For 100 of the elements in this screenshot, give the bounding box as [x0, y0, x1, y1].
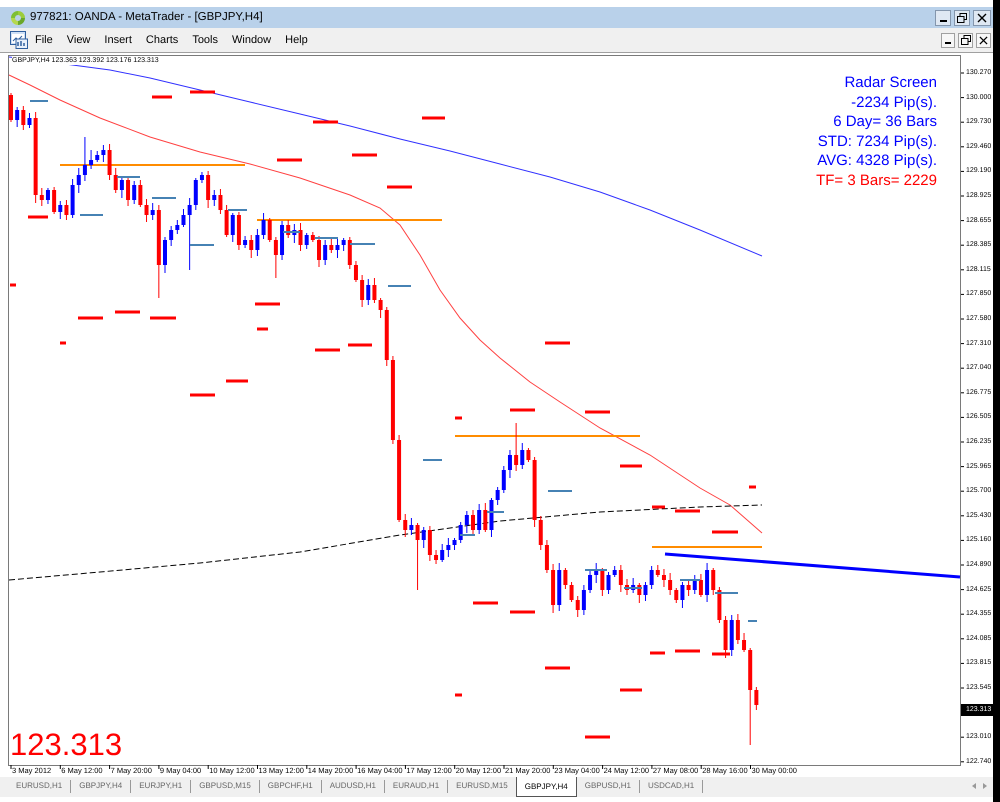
bearish-candle — [538, 516, 543, 550]
chart-window-icon[interactable] — [10, 31, 28, 49]
bullish-candle — [175, 220, 180, 234]
bearish-candle — [64, 200, 68, 220]
thick-dash-marker — [712, 530, 738, 534]
thick-dash-marker — [650, 652, 665, 654]
chart-tab[interactable]: GBPCHF,H1 — [260, 777, 321, 795]
minimize-button[interactable] — [935, 10, 951, 26]
chart-tab[interactable]: GBPJPY,H4 — [71, 777, 130, 795]
bearish-candle — [236, 212, 241, 250]
bullish-candle — [169, 226, 174, 246]
bearish-candle — [742, 632, 746, 652]
chart-tab[interactable]: EURUSD,H1 — [8, 777, 70, 795]
thin-dash-marker — [423, 459, 442, 461]
close-button[interactable] — [973, 10, 991, 26]
bullish-candle — [323, 240, 328, 266]
chart-tab[interactable]: GBPUSD,H1 — [576, 777, 639, 795]
bearish-candle — [348, 236, 352, 270]
bullish-candle — [132, 180, 136, 204]
restore-button[interactable] — [954, 10, 970, 26]
bullish-candle — [440, 544, 444, 562]
thick-dash-marker — [675, 650, 700, 652]
menu-item[interactable]: Tools — [185, 31, 225, 49]
bearish-candle — [206, 170, 210, 208]
bearish-candle — [736, 614, 740, 644]
close-icon — [979, 36, 988, 44]
thick-dash-marker — [313, 120, 338, 124]
radar-text: -2234 Pip(s). — [851, 92, 937, 112]
bullish-candle — [46, 188, 50, 204]
bullish-candle — [76, 168, 81, 194]
chart-tab[interactable]: EURJPY,H1 — [131, 777, 190, 795]
thick-dash-marker — [749, 486, 756, 488]
minimize-button[interactable] — [941, 32, 955, 48]
bearish-candle — [698, 574, 703, 598]
bearish-candle — [224, 204, 229, 238]
bearish-candle — [126, 176, 130, 206]
window-title: 977821: OANDA - MetaTrader - [GBPJPY,H4] — [30, 10, 263, 25]
menu-item[interactable]: Window — [225, 31, 278, 49]
bearish-candle — [544, 540, 549, 574]
bullish-candle — [458, 522, 463, 544]
bullish-candle — [181, 208, 186, 228]
thin-dash-marker — [388, 285, 411, 287]
thick-dash-marker — [675, 510, 700, 512]
bullish-candle — [464, 510, 469, 534]
bullish-candle — [280, 220, 284, 260]
bullish-candle — [89, 150, 94, 170]
bearish-candle — [354, 260, 358, 282]
bullish-candle — [680, 582, 684, 608]
thick-dash-marker — [620, 688, 642, 692]
chart-tab[interactable]: EURUSD,M15 — [448, 777, 516, 795]
radar-text: Radar Screen — [844, 73, 937, 92]
thin-dash-marker — [30, 100, 48, 102]
bearish-candle — [218, 188, 222, 214]
chart-tab[interactable]: EURAUD,H1 — [384, 777, 448, 795]
bullish-candle — [582, 584, 586, 616]
bearish-candle — [514, 422, 518, 472]
thin-dash-marker — [460, 534, 475, 536]
thick-dash-marker — [352, 154, 377, 156]
bullish-candle — [120, 178, 124, 198]
chart-tab[interactable]: USDCAD,H1 — [640, 777, 702, 795]
bearish-candle — [428, 526, 432, 562]
thick-dash-marker — [545, 342, 570, 344]
menu-item[interactable]: File — [28, 31, 60, 49]
thin-dash-marker — [715, 592, 738, 594]
chart-tab[interactable]: GBPJPY,H4 — [516, 777, 577, 797]
minimize-icon — [940, 20, 946, 22]
bearish-candle — [656, 564, 660, 578]
radar-text: STD: 7234 Pip(s). — [818, 132, 937, 151]
bullish-candle — [705, 562, 710, 602]
menu-item[interactable]: View — [60, 31, 98, 49]
thin-dash-marker — [585, 569, 607, 571]
bullish-candle — [27, 112, 32, 128]
bullish-candle — [101, 144, 106, 162]
thick-dash-marker — [115, 310, 140, 314]
chart-tab[interactable]: AUDUSD,H1 — [322, 777, 384, 795]
radar-text: AVG: 4328 Pip(s). — [817, 151, 937, 170]
restore-icon — [960, 35, 970, 45]
thick-dash-marker — [455, 416, 462, 420]
bullish-candle — [520, 442, 524, 470]
bearish-candle — [686, 580, 691, 596]
bullish-candle — [95, 150, 100, 162]
close-button[interactable] — [976, 32, 991, 48]
bullish-candle — [366, 278, 370, 306]
menu-item[interactable]: Insert — [97, 31, 139, 49]
bearish-candle — [662, 568, 666, 588]
thick-dash-marker — [190, 394, 215, 396]
bearish-candle — [378, 298, 383, 318]
bullish-candle — [15, 106, 20, 128]
app-logo-icon — [10, 10, 26, 26]
bullish-candle — [150, 202, 155, 220]
restore-button[interactable] — [958, 32, 973, 48]
bullish-candle — [335, 238, 340, 258]
bullish-candle — [70, 178, 75, 218]
bearish-candle — [310, 232, 315, 242]
bearish-candle — [600, 568, 604, 596]
menu-item[interactable]: Help — [278, 31, 315, 49]
bearish-candle — [268, 218, 272, 242]
chart-tab[interactable]: GBPUSD,M15 — [191, 777, 259, 795]
menu-item[interactable]: Charts — [138, 31, 186, 49]
bullish-candle — [508, 450, 512, 478]
